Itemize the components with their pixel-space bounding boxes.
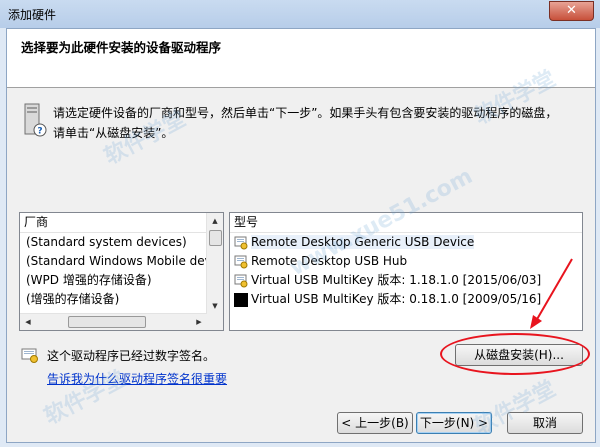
manufacturer-item[interactable]: (Standard Windows Mobile dev xyxy=(26,252,223,271)
signing-status: 这个驱动程序已经过数字签名。 xyxy=(47,349,216,363)
cancel-button[interactable]: 取消 xyxy=(507,412,583,434)
scroll-thumb[interactable] xyxy=(68,316,146,328)
instructions-text: 请选定硬件设备的厂商和型号，然后单击“下一步”。如果手头有包含要安装的驱动程序的… xyxy=(53,103,583,143)
svg-text:?: ? xyxy=(37,127,42,137)
back-button[interactable]: < 上一步(B) xyxy=(337,412,413,434)
instructions-line-2: 请单击“从磁盘安装”。 xyxy=(53,126,174,140)
model-item-label: Remote Desktop Generic USB Device xyxy=(251,235,475,249)
annotation-ellipse xyxy=(440,333,590,375)
window-title: 添加硬件 xyxy=(8,8,57,22)
model-list-header: 型号 xyxy=(230,213,582,233)
signing-info-link[interactable]: 告诉我为什么驱动程序签名很重要 xyxy=(47,370,227,387)
model-item-label: Remote Desktop USB Hub xyxy=(251,254,408,268)
scroll-down-icon[interactable]: ▼ xyxy=(207,298,223,314)
close-button[interactable]: ✕ xyxy=(549,1,594,21)
instructions-line-1: 请选定硬件设备的厂商和型号，然后单击“下一步”。如果手头有包含要安装的驱动程序的… xyxy=(53,106,558,120)
model-item-label: Virtual USB MultiKey 版本: 1.18.1.0 [2015/… xyxy=(251,273,542,287)
manufacturer-item[interactable]: (Standard system devices) xyxy=(26,233,223,252)
title-bar: 添加硬件 ✕ xyxy=(0,0,600,28)
manufacturer-item[interactable]: (增强的存储设备) xyxy=(26,290,223,309)
annotation-arrow-icon xyxy=(530,258,573,329)
scroll-left-icon[interactable]: ◀ xyxy=(20,314,36,330)
scroll-thumb[interactable] xyxy=(209,230,222,246)
header-title: 选择要为此硬件安装的设备驱动程序 xyxy=(21,40,222,55)
hardware-icon: ? xyxy=(24,103,47,137)
model-item[interactable]: Remote Desktop Generic USB Device xyxy=(230,233,582,252)
manufacturer-item[interactable]: (WPD 增强的存储设备) xyxy=(26,271,223,290)
next-button[interactable]: 下一步(N) > xyxy=(416,412,492,434)
scroll-right-icon[interactable]: ▶ xyxy=(191,314,207,330)
dialog-header: 选择要为此硬件安装的设备驱动程序 xyxy=(7,29,595,88)
manufacturer-list-header: 厂商 xyxy=(20,213,223,233)
dialog-frame: 选择要为此硬件安装的设备驱动程序 ? 请选定硬件设备的厂商和型号，然后单击“下一… xyxy=(6,28,596,443)
manufacturer-horizontal-scrollbar[interactable]: ◀ ▶ xyxy=(20,313,207,330)
scrollbar-corner xyxy=(207,314,223,330)
unsigned-driver-icon xyxy=(234,292,248,307)
signed-driver-icon xyxy=(21,348,38,363)
model-item-label: Virtual USB MultiKey 版本: 0.18.1.0 [2009/… xyxy=(251,292,542,306)
manufacturer-list[interactable]: 厂商 (Standard system devices) (Standard W… xyxy=(19,212,224,331)
manufacturer-vertical-scrollbar[interactable]: ▲ ▼ xyxy=(206,213,223,314)
driver-cert-icon xyxy=(234,274,248,288)
scroll-up-icon[interactable]: ▲ xyxy=(207,213,223,229)
driver-cert-icon xyxy=(234,255,248,269)
driver-cert-icon xyxy=(234,236,248,250)
